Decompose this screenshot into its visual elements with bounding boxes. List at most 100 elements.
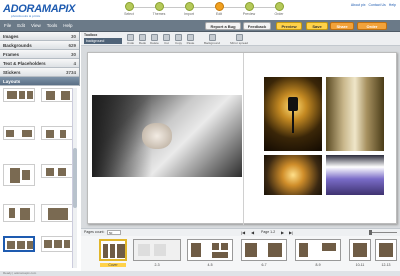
pages-count-label: Pages count:: [84, 230, 105, 234]
filmstrip-page-2-3[interactable]: [133, 239, 181, 261]
redo-tool[interactable]: Redo: [137, 34, 148, 45]
menubar: File Edit View Tools Help Report a Bug F…: [0, 20, 400, 32]
category-backgrounds[interactable]: Backgrounds 629: [0, 41, 79, 50]
layout-thumb[interactable]: [3, 164, 35, 186]
tool-label: Cut: [164, 41, 169, 45]
tool-label: Mirror spread: [230, 41, 248, 45]
layout-thumb[interactable]: [3, 204, 35, 222]
filmstrip-page-4-5[interactable]: [187, 239, 233, 261]
main-menu: File Edit View Tools Help: [4, 23, 73, 28]
step-dot: [154, 2, 164, 11]
zoom-slider-knob[interactable]: [369, 230, 372, 235]
wizard-steps: Select Themes Import Edit Preview Order: [112, 2, 302, 18]
category-label: Backgrounds: [3, 43, 32, 48]
status-bar: Ready | adoramapix.com: [0, 271, 400, 276]
layout-thumb[interactable]: [41, 126, 73, 140]
step-label: Preview: [242, 12, 256, 16]
current-item-field[interactable]: background: [84, 38, 122, 44]
cut-icon: [163, 34, 170, 41]
category-count: 629: [68, 43, 76, 48]
photo-rings[interactable]: [264, 155, 322, 195]
layout-thumb[interactable]: [3, 88, 35, 102]
tool-label: Paste: [186, 41, 195, 45]
filmstrip-label: 6-7: [261, 263, 267, 267]
toolbox-label: Toolbox: [84, 33, 98, 37]
photo-dress[interactable]: [326, 77, 384, 151]
step-label: Themes: [152, 12, 166, 16]
layout-thumb[interactable]: [41, 88, 73, 102]
category-frames[interactable]: Frames 30: [0, 50, 79, 59]
tool-label: Redo: [138, 41, 147, 45]
step-import[interactable]: Import: [177, 2, 201, 16]
tool-label: Undo: [126, 41, 135, 45]
app-logo[interactable]: ADORAMAPIX photobooks & prints: [3, 3, 75, 18]
save-button[interactable]: Save: [306, 22, 328, 30]
filmstrip-label: 4-5: [207, 263, 213, 267]
page-spread[interactable]: [87, 52, 397, 225]
order-button[interactable]: Order: [357, 22, 387, 30]
last-page-icon[interactable]: ▶|: [289, 230, 293, 235]
step-themes[interactable]: Themes: [147, 2, 171, 16]
layouts-scrollbar[interactable]: [72, 88, 77, 268]
filmstrip-page-cover[interactable]: [99, 239, 127, 261]
first-page-icon[interactable]: |◀: [241, 230, 245, 235]
layout-thumb[interactable]: [41, 204, 73, 222]
copy-tool[interactable]: Copy: [173, 34, 184, 45]
category-text-placeholders[interactable]: Text & Placeholders 4: [0, 59, 79, 68]
scrollbar-thumb[interactable]: [73, 148, 77, 208]
step-dot: [274, 2, 284, 11]
about-link[interactable]: About pix: [351, 3, 366, 7]
layout-thumb-selected[interactable]: [3, 236, 35, 252]
page-indicator: Page 1-2: [261, 230, 276, 234]
photo-bouquet[interactable]: [326, 155, 384, 195]
photo-bride-left-page[interactable]: [92, 95, 242, 177]
filmstrip-page-8-9[interactable]: [295, 239, 341, 261]
pages-count-select[interactable]: 50: [107, 230, 121, 235]
category-layouts[interactable]: Layouts: [0, 77, 79, 86]
delete-tool[interactable]: Delete: [149, 34, 160, 45]
app-header: ADORAMAPIX photobooks & prints Select Th…: [0, 0, 400, 20]
menu-file[interactable]: File: [4, 23, 11, 28]
copy-icon: [175, 34, 182, 41]
layout-thumb[interactable]: [3, 126, 35, 140]
category-images[interactable]: Images 30: [0, 32, 79, 41]
prev-page-icon[interactable]: ◀: [251, 230, 254, 235]
delete-icon: [151, 34, 158, 41]
paste-tool[interactable]: Paste: [185, 34, 196, 45]
help-link[interactable]: Help: [389, 3, 396, 7]
layout-thumb[interactable]: [41, 236, 73, 252]
menu-view[interactable]: View: [31, 23, 41, 28]
category-count: 30: [70, 34, 76, 39]
preview-button[interactable]: Preview: [276, 22, 302, 30]
background-tool[interactable]: Background: [201, 34, 223, 45]
report-bug-button[interactable]: Report a Bug: [205, 22, 241, 30]
spread-spine: [243, 53, 244, 225]
filmstrip-page-12-13[interactable]: [375, 239, 397, 261]
photo-lamp[interactable]: [264, 77, 322, 151]
layouts-grid: [0, 86, 80, 272]
tool-label: Background: [203, 41, 220, 45]
step-preview[interactable]: Preview: [237, 2, 261, 16]
page-navigation: Pages count: 50 |◀ ◀ Page 1-2 ▶ ▶|: [81, 228, 400, 236]
step-select[interactable]: Select: [117, 2, 141, 16]
menu-help[interactable]: Help: [63, 23, 72, 28]
zoom-slider-track[interactable]: [371, 232, 397, 233]
category-label: Layouts: [3, 79, 21, 84]
step-edit[interactable]: Edit: [207, 2, 231, 16]
category-stickers[interactable]: Stickers 3734: [0, 68, 79, 77]
menu-edit[interactable]: Edit: [17, 23, 25, 28]
feedback-button[interactable]: Feedback: [243, 22, 271, 30]
filmstrip-page-6-7[interactable]: [241, 239, 287, 261]
menu-tools[interactable]: Tools: [47, 23, 58, 28]
paste-icon: [187, 34, 194, 41]
next-page-icon[interactable]: ▶: [281, 230, 284, 235]
cut-tool[interactable]: Cut: [161, 34, 172, 45]
share-button[interactable]: Share: [330, 22, 354, 30]
step-dot-active: [214, 2, 224, 11]
mirror-spread-tool[interactable]: Mirror spread: [226, 34, 252, 45]
layout-thumb[interactable]: [41, 164, 73, 178]
step-order[interactable]: Order: [267, 2, 291, 16]
contact-link[interactable]: Contact Us: [369, 3, 386, 7]
undo-tool[interactable]: Undo: [125, 34, 136, 45]
filmstrip-page-10-11[interactable]: [349, 239, 371, 261]
